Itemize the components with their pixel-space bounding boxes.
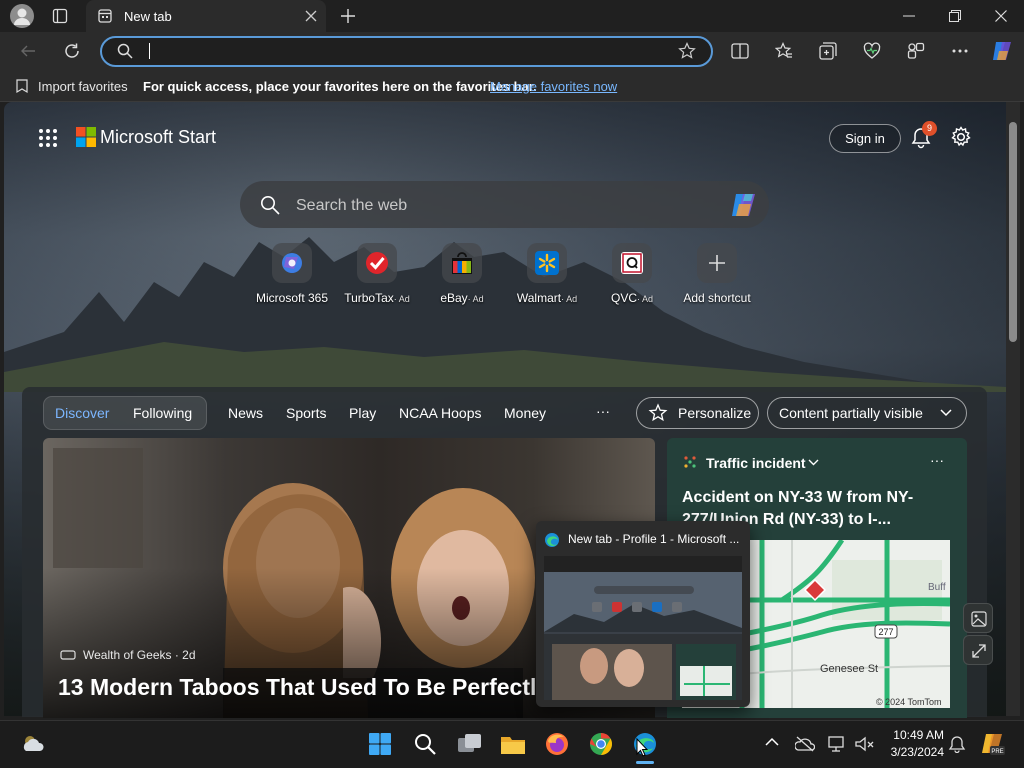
- tab-new-tab[interactable]: [86, 0, 326, 33]
- tab-ncaa-hoops[interactable]: NCAA Hoops: [399, 405, 481, 421]
- microsoft-logo-icon[interactable]: [76, 127, 96, 147]
- content-visibility-dropdown[interactable]: Content partially visible: [767, 397, 967, 429]
- preview-title: New tab - Profile 1 - Microsoft ...: [568, 532, 740, 546]
- display-icon[interactable]: [828, 735, 846, 753]
- turbotax-icon: [357, 243, 397, 283]
- clock-time[interactable]: 10:49 AM: [884, 728, 944, 742]
- address-input[interactable]: [152, 40, 652, 62]
- minimize-icon[interactable]: [903, 15, 915, 17]
- notification-center-icon[interactable]: [948, 735, 966, 753]
- split-screen-icon[interactable]: [731, 43, 749, 59]
- file-explorer-icon[interactable]: [500, 732, 526, 756]
- browser-essentials-icon[interactable]: [863, 42, 881, 60]
- favorites-icon[interactable]: [775, 42, 793, 60]
- microsoft-365-icon: [272, 243, 312, 283]
- svg-text:PRE: PRE: [991, 749, 1003, 755]
- close-tab-icon[interactable]: [305, 10, 317, 22]
- firefox-icon[interactable]: [544, 731, 570, 757]
- personalize-star-icon: [648, 403, 668, 423]
- scrollbar-thumb[interactable]: [1009, 122, 1017, 342]
- web-search-icon: [260, 195, 280, 215]
- tab-actions-icon[interactable]: [52, 8, 68, 24]
- taskbar-search-icon[interactable]: [413, 732, 437, 756]
- brand-name[interactable]: Microsoft Start: [100, 127, 216, 148]
- volume-muted-icon[interactable]: [854, 735, 874, 753]
- task-view-icon[interactable]: [457, 732, 483, 756]
- import-favorites-button[interactable]: Import favorites: [38, 79, 128, 94]
- map-credit: © 2024 TomTom: [876, 697, 942, 707]
- tab-play[interactable]: Play: [349, 405, 376, 421]
- notification-badge: 9: [922, 121, 937, 136]
- app-launcher-icon[interactable]: [38, 128, 58, 148]
- expand-icon[interactable]: [963, 635, 993, 665]
- street-label: Genesee St: [820, 663, 878, 675]
- road-shield: 277: [878, 627, 893, 637]
- chevron-down-icon: [940, 409, 952, 417]
- plus-icon: [697, 243, 737, 283]
- tab-discover[interactable]: Discover: [55, 405, 109, 421]
- import-favorites-icon[interactable]: [14, 78, 30, 94]
- restore-icon[interactable]: [949, 10, 961, 22]
- walmart-spark-icon: [527, 243, 567, 283]
- text-caret: [149, 43, 150, 59]
- edge-icon: [544, 532, 560, 548]
- favorite-star-icon[interactable]: [678, 42, 696, 60]
- traffic-more-button[interactable]: ···: [930, 452, 944, 468]
- source-logo-icon: [60, 648, 76, 662]
- windows-start-icon[interactable]: [368, 732, 392, 756]
- tab-news[interactable]: News: [228, 405, 263, 421]
- clock-date[interactable]: 3/23/2024: [884, 745, 944, 759]
- shortcut-label: Add shortcut: [683, 291, 751, 305]
- manage-favorites-link[interactable]: Manage favorites now: [490, 79, 617, 94]
- traffic-icon: [683, 455, 697, 469]
- copilot-icon[interactable]: [990, 39, 1014, 63]
- background-image-icon[interactable]: [963, 603, 993, 633]
- copilot-pre-icon[interactable]: PRE: [980, 731, 1006, 757]
- new-tab-page-icon: [98, 9, 112, 23]
- preview-thumbnail: [544, 556, 742, 700]
- favorites-hint: For quick access, place your favorites h…: [143, 79, 537, 94]
- more-options-icon[interactable]: [952, 49, 968, 53]
- tab-title: New tab: [124, 9, 172, 24]
- show-hidden-icons-chevron[interactable]: [765, 737, 779, 747]
- search-icon: [117, 43, 133, 59]
- active-app-indicator: [636, 761, 654, 764]
- weather-icon[interactable]: [20, 731, 46, 757]
- traffic-label[interactable]: Traffic incident: [706, 455, 806, 471]
- tab-following[interactable]: Following: [133, 405, 192, 421]
- refresh-icon[interactable]: [63, 42, 81, 60]
- sign-in-button[interactable]: Sign in: [829, 124, 901, 153]
- copilot-search-icon[interactable]: [729, 191, 759, 219]
- ebay-bag-icon: [442, 243, 482, 283]
- chrome-icon[interactable]: [588, 731, 614, 757]
- close-window-icon[interactable]: [995, 10, 1007, 22]
- onedrive-offline-icon[interactable]: [795, 736, 815, 752]
- tab-sports[interactable]: Sports: [286, 405, 326, 421]
- extensions-icon[interactable]: [907, 42, 925, 60]
- qvc-icon: [612, 243, 652, 283]
- web-search-placeholder[interactable]: Search the web: [296, 197, 407, 215]
- profile-avatar-icon[interactable]: [10, 4, 34, 28]
- article-title[interactable]: 13 Modern Taboos That Used To Be Perfect…: [58, 674, 549, 701]
- chevron-down-icon[interactable]: [808, 459, 819, 466]
- place-label: Buff: [928, 582, 946, 593]
- back-icon[interactable]: [20, 43, 36, 59]
- tab-money[interactable]: Money: [504, 405, 546, 421]
- more-tabs-button[interactable]: ···: [596, 403, 610, 419]
- add-shortcut-button[interactable]: Add shortcut: [667, 243, 767, 305]
- collections-icon[interactable]: [819, 42, 837, 60]
- settings-gear-icon[interactable]: [950, 126, 972, 148]
- article-source[interactable]: Wealth of Geeks · 2d: [83, 648, 196, 662]
- new-tab-button[interactable]: [340, 8, 356, 24]
- mouse-cursor-icon: [636, 738, 648, 758]
